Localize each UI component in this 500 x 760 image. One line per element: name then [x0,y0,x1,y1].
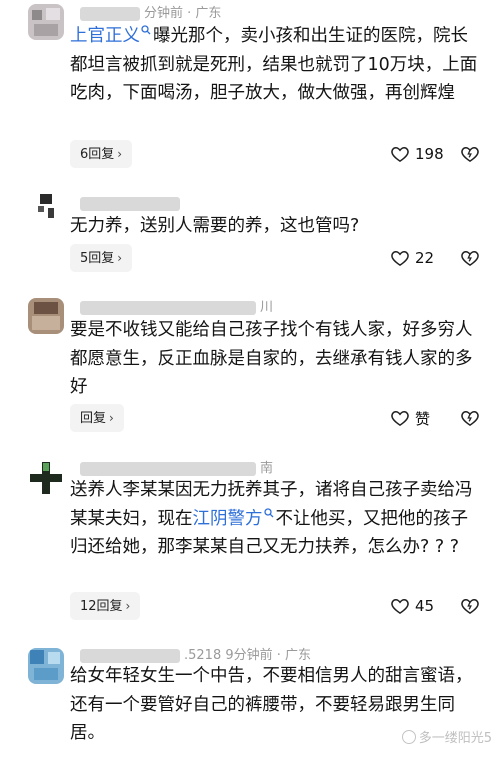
dislike-icon[interactable] [460,408,480,428]
dislike-icon[interactable] [460,248,480,268]
blurred-username [80,300,256,315]
view-replies-button[interactable]: 6回复 › [70,140,133,168]
like-count: 22 [415,249,435,267]
like-button[interactable]: 22 [390,246,434,270]
chevron-right-icon: › [125,599,131,613]
watermark-logo-icon [401,730,416,744]
search-icon [263,507,273,517]
blurred-username [80,196,180,211]
like-count: 198 [415,145,444,163]
heart-icon [391,410,409,426]
dislike-icon[interactable] [460,144,480,164]
heart-icon [391,598,409,614]
blurred-username [80,6,140,21]
chevron-right-icon: › [117,251,123,265]
comment-meta: 南 [80,457,273,476]
chevron-right-icon: › [117,147,123,161]
avatar[interactable] [28,298,64,334]
mention-link[interactable]: 江阴警方 [193,507,276,529]
heart-icon [391,146,409,162]
like-button[interactable]: 赞 [390,406,430,430]
avatar[interactable] [28,648,64,684]
comment-text: 无力养，送别人需要的养，这也管吗? [70,216,360,236]
comment-text: 要是不收钱又能给自己孩子找个有钱人家，好多穷人都愿意生，反正血脉是自家的，去继承… [70,320,473,397]
mention-link[interactable]: 上官正义 [70,25,153,46]
watermark: 多一缕阳光5 [401,727,492,746]
like-count: 赞 [415,409,431,428]
like-button[interactable]: 45 [390,594,434,618]
blurred-username [80,648,180,663]
comment-text: 上官正义 曝光那个，卖小孩和出生证的医院，院长都坦言被抓到就是死刑，结果也就罚了1… [70,25,478,103]
comment-meta: 分钟前 · 广东 [80,2,221,21]
heart-icon [391,250,409,266]
reply-button[interactable]: 回复 › [70,404,124,432]
avatar[interactable] [28,190,64,226]
like-count: 45 [415,597,435,615]
dislike-icon[interactable] [460,596,480,616]
view-replies-button[interactable]: 12回复 › [70,592,141,620]
avatar[interactable] [28,460,64,496]
comment-text: 送养人李某某因无力抚养其子，诸将自己孩子卖给冯某某夫妇，现在江阴警方 不让他买，又… [70,480,473,557]
comment-meta: .5218 9分钟前 · 广东 [80,644,311,663]
like-button[interactable]: 198 [390,142,444,166]
comment-meta [80,196,184,211]
avatar[interactable] [28,4,64,40]
search-icon [141,25,151,35]
blurred-username [80,461,256,476]
view-replies-button[interactable]: 5回复 › [70,244,133,272]
chevron-right-icon: › [109,411,114,425]
comment-meta: 川 [80,296,273,315]
